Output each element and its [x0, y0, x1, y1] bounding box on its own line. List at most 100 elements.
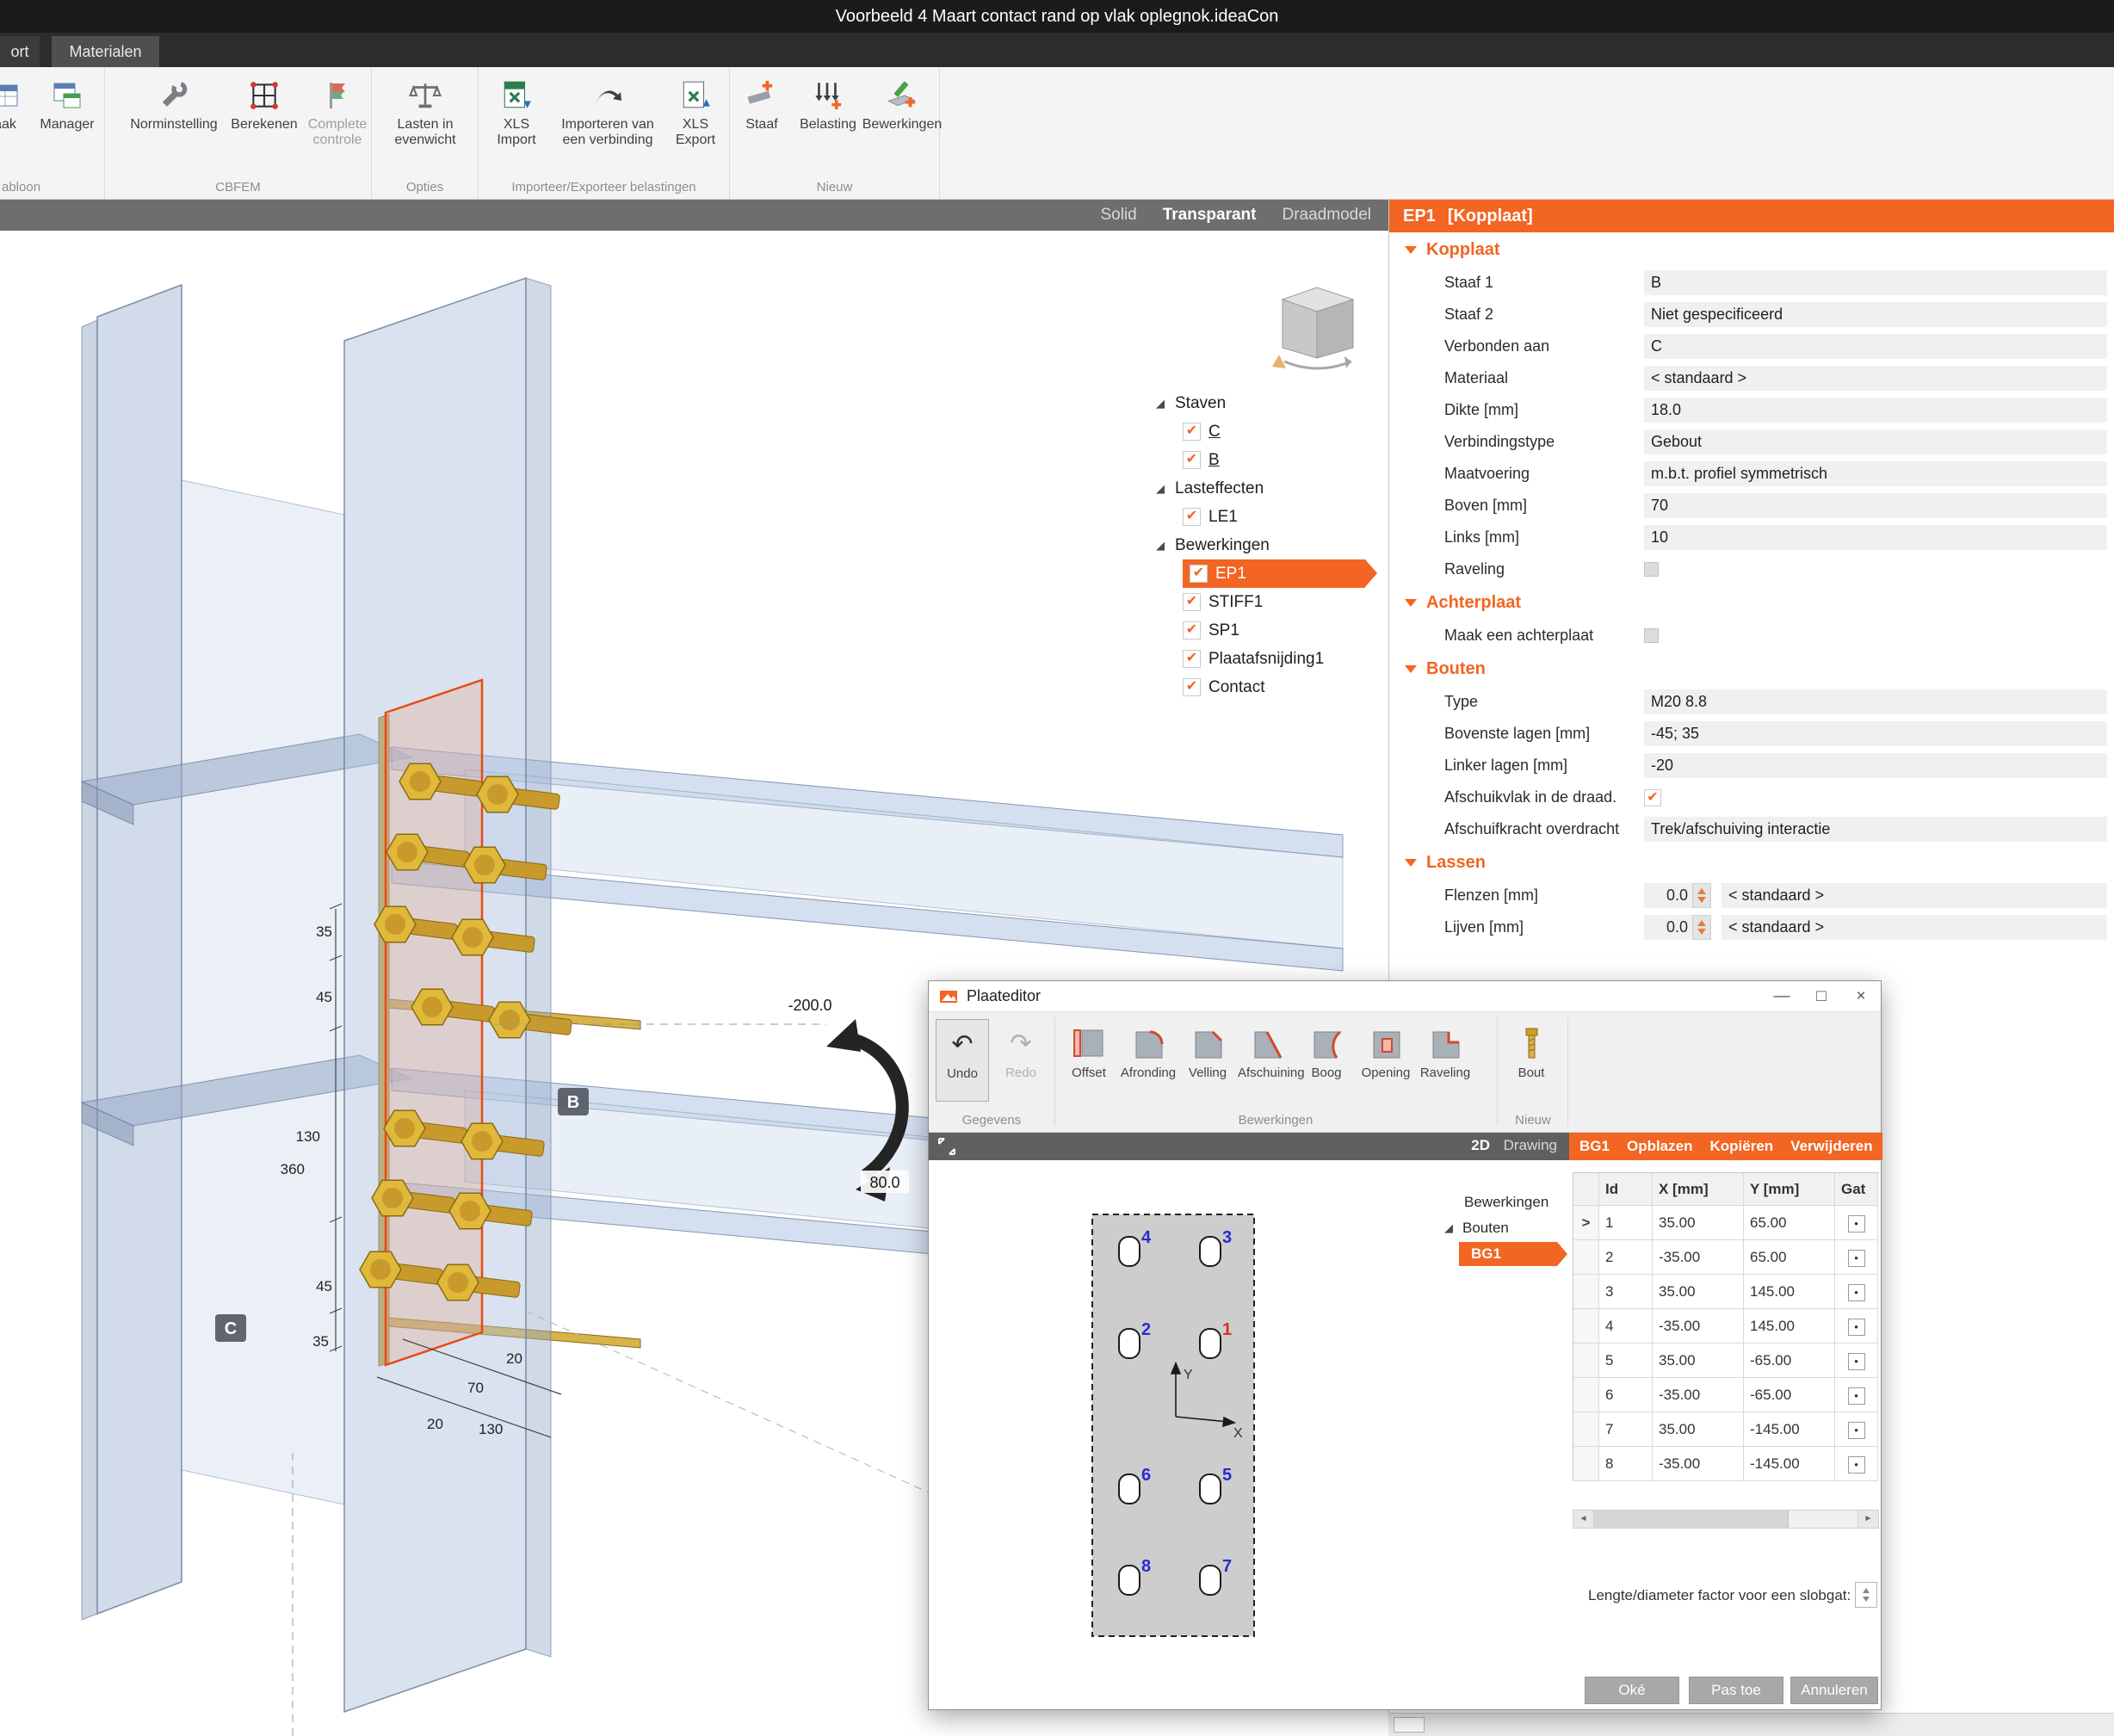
- plate-drawing-canvas[interactable]: 4 3 2 1 6 5 8 7 Y X Bewerkingen: [929, 1160, 1569, 1670]
- manager-button[interactable]: Manager: [33, 74, 102, 133]
- gat-button[interactable]: •: [1848, 1319, 1865, 1336]
- boven-field[interactable]: 70: [1644, 493, 2107, 518]
- editor-tree-bouten[interactable]: ◢ Bouten: [1442, 1215, 1569, 1241]
- editor-tree-bewerkingen[interactable]: Bewerkingen: [1442, 1189, 1569, 1215]
- grid-action-opblazen[interactable]: Opblazen: [1627, 1138, 1693, 1155]
- undo-button[interactable]: ↶ Undo: [936, 1019, 989, 1102]
- lijven-las-field[interactable]: < standaard >: [1721, 915, 2107, 940]
- offset-button[interactable]: Offset: [1060, 1021, 1118, 1080]
- checkbox-contact[interactable]: ✔: [1183, 678, 1201, 696]
- boog-button[interactable]: Boog: [1297, 1021, 1356, 1080]
- checkbox-plaatafsnijding1[interactable]: ✔: [1183, 650, 1201, 668]
- section-bouten[interactable]: Bouten: [1389, 652, 2114, 686]
- gat-button[interactable]: •: [1848, 1387, 1865, 1405]
- bolt-row[interactable]: > 1 35.00 65.00 •: [1573, 1206, 1879, 1240]
- dikte-field[interactable]: 18.0: [1644, 398, 2107, 423]
- ok-button[interactable]: Oké: [1585, 1677, 1679, 1704]
- afschuining-button[interactable]: Afschuining: [1238, 1021, 1296, 1080]
- view-mode-transparant[interactable]: Transparant: [1163, 206, 1257, 225]
- gat-button[interactable]: •: [1848, 1284, 1865, 1301]
- scroll-right-button[interactable]: ►: [1857, 1511, 1878, 1528]
- panel-bottom-scrollbar[interactable]: [1388, 1713, 2114, 1736]
- raveling-button[interactable]: Raveling: [1416, 1021, 1474, 1080]
- expander-icon[interactable]: ◢: [1442, 1221, 1456, 1235]
- spin-down-icon[interactable]: [1863, 1597, 1870, 1602]
- tree-item-b[interactable]: ✔ B: [1153, 446, 1382, 474]
- maximize-button[interactable]: □: [1802, 981, 1841, 1011]
- gat-button[interactable]: •: [1848, 1422, 1865, 1439]
- afschuifvlak-checkbox[interactable]: ✔: [1644, 789, 1661, 806]
- spin-down-icon[interactable]: [1697, 929, 1706, 935]
- checkbox-stiff1[interactable]: ✔: [1183, 593, 1201, 611]
- grid-hscrollbar[interactable]: ◄ ►: [1573, 1510, 1879, 1529]
- gat-button[interactable]: •: [1848, 1215, 1865, 1232]
- opening-button[interactable]: Opening: [1357, 1021, 1415, 1080]
- spin-up-icon[interactable]: [1697, 888, 1706, 894]
- raveling-checkbox[interactable]: [1644, 562, 1659, 577]
- editor-tree-selection[interactable]: BG1: [1459, 1242, 1557, 1266]
- verbonden-aan-field[interactable]: C: [1644, 334, 2107, 359]
- spin-down-icon[interactable]: [1697, 897, 1706, 903]
- checkbox-ep1[interactable]: ✔: [1190, 565, 1208, 583]
- gat-button[interactable]: •: [1848, 1250, 1865, 1267]
- staaf2-field[interactable]: Niet gespecificeerd: [1644, 302, 2107, 327]
- spin-up-icon[interactable]: [1697, 920, 1706, 926]
- staaf-button[interactable]: Staaf: [735, 74, 788, 133]
- xls-import-button[interactable]: XLS Import: [485, 74, 547, 148]
- minimize-button[interactable]: —: [1762, 981, 1802, 1011]
- tree-item-ep1-selected[interactable]: ✔ EP1: [1153, 559, 1382, 588]
- plaateditor-titlebar[interactable]: Plaateditor — □ ×: [929, 981, 1881, 1012]
- tree-item-sp1[interactable]: ✔ SP1: [1153, 616, 1382, 645]
- grid-action-kopieren[interactable]: Kopiëren: [1709, 1138, 1773, 1155]
- bolt-row[interactable]: 8 -35.00 -145.00 •: [1573, 1447, 1879, 1481]
- xls-export-button[interactable]: XLS Export: [666, 74, 725, 148]
- links-field[interactable]: 10: [1644, 525, 2107, 550]
- bewerkingen-button[interactable]: Bewerkingen: [866, 74, 938, 133]
- velling-button[interactable]: Velling: [1178, 1021, 1237, 1080]
- achterplaat-checkbox[interactable]: [1644, 628, 1659, 643]
- tree-item-contact[interactable]: ✔ Contact: [1153, 673, 1382, 701]
- spin-up-icon[interactable]: [1863, 1588, 1870, 1593]
- lijven-value[interactable]: 0.0: [1644, 915, 1692, 940]
- expander-icon[interactable]: ◢: [1153, 539, 1167, 553]
- bout-button[interactable]: Bout: [1504, 1021, 1559, 1080]
- scroll-left-button[interactable]: ◄: [1573, 1511, 1594, 1528]
- bolt-row[interactable]: 5 35.00 -65.00 •: [1573, 1344, 1879, 1378]
- bolt-row[interactable]: 6 -35.00 -65.00 •: [1573, 1378, 1879, 1412]
- checkbox-b[interactable]: ✔: [1183, 451, 1201, 469]
- berekenen-button[interactable]: Berekenen: [227, 74, 301, 133]
- norminstelling-button[interactable]: Norminstelling: [126, 74, 222, 133]
- checkbox-le1[interactable]: ✔: [1183, 508, 1201, 526]
- bolt-row[interactable]: 4 -35.00 145.00 •: [1573, 1309, 1879, 1344]
- flenzen-las-field[interactable]: < standaard >: [1721, 883, 2107, 908]
- mode-2d[interactable]: 2D: [1471, 1137, 1490, 1154]
- materiaal-field[interactable]: < standaard >: [1644, 366, 2107, 391]
- lasten-evenwicht-button[interactable]: Lasten in evenwicht: [387, 74, 463, 148]
- expander-icon[interactable]: ◢: [1153, 397, 1167, 411]
- section-lassen[interactable]: Lassen: [1389, 845, 2114, 880]
- gat-button[interactable]: •: [1848, 1456, 1865, 1473]
- bout-type-field[interactable]: M20 8.8: [1644, 689, 2107, 714]
- tree-node-staven[interactable]: ◢ Staven: [1153, 389, 1382, 417]
- tree-node-lasteffecten[interactable]: ◢ Lasteffecten: [1153, 474, 1382, 503]
- close-button[interactable]: ×: [1841, 981, 1881, 1011]
- tree-item-c[interactable]: ✔ C: [1153, 417, 1382, 446]
- nav-cube[interactable]: [1264, 272, 1370, 374]
- checkbox-sp1[interactable]: ✔: [1183, 621, 1201, 639]
- tree-node-bewerkingen[interactable]: ◢ Bewerkingen: [1153, 531, 1382, 559]
- checkbox-c[interactable]: ✔: [1183, 423, 1201, 441]
- maak-button[interactable]: aak: [0, 74, 29, 133]
- tab-report-partial[interactable]: ort: [0, 36, 40, 67]
- section-kopplaat[interactable]: Kopplaat: [1389, 232, 2114, 267]
- editor-tree-bg1[interactable]: BG1: [1442, 1241, 1569, 1267]
- cancel-button[interactable]: Annuleren: [1790, 1677, 1878, 1704]
- tree-item-le1[interactable]: ✔ LE1: [1153, 503, 1382, 531]
- complete-controle-button[interactable]: Complete controle: [305, 74, 370, 148]
- bolt-row[interactable]: 2 -35.00 65.00 •: [1573, 1240, 1879, 1275]
- afronding-button[interactable]: Afronding: [1119, 1021, 1178, 1080]
- lijven-spinner[interactable]: [1692, 915, 1711, 940]
- apply-button[interactable]: Pas toe: [1689, 1677, 1783, 1704]
- bolt-row[interactable]: 7 35.00 -145.00 •: [1573, 1412, 1879, 1447]
- afschuifkracht-field[interactable]: Trek/afschuiving interactie: [1644, 817, 2107, 842]
- flenzen-value[interactable]: 0.0: [1644, 883, 1692, 908]
